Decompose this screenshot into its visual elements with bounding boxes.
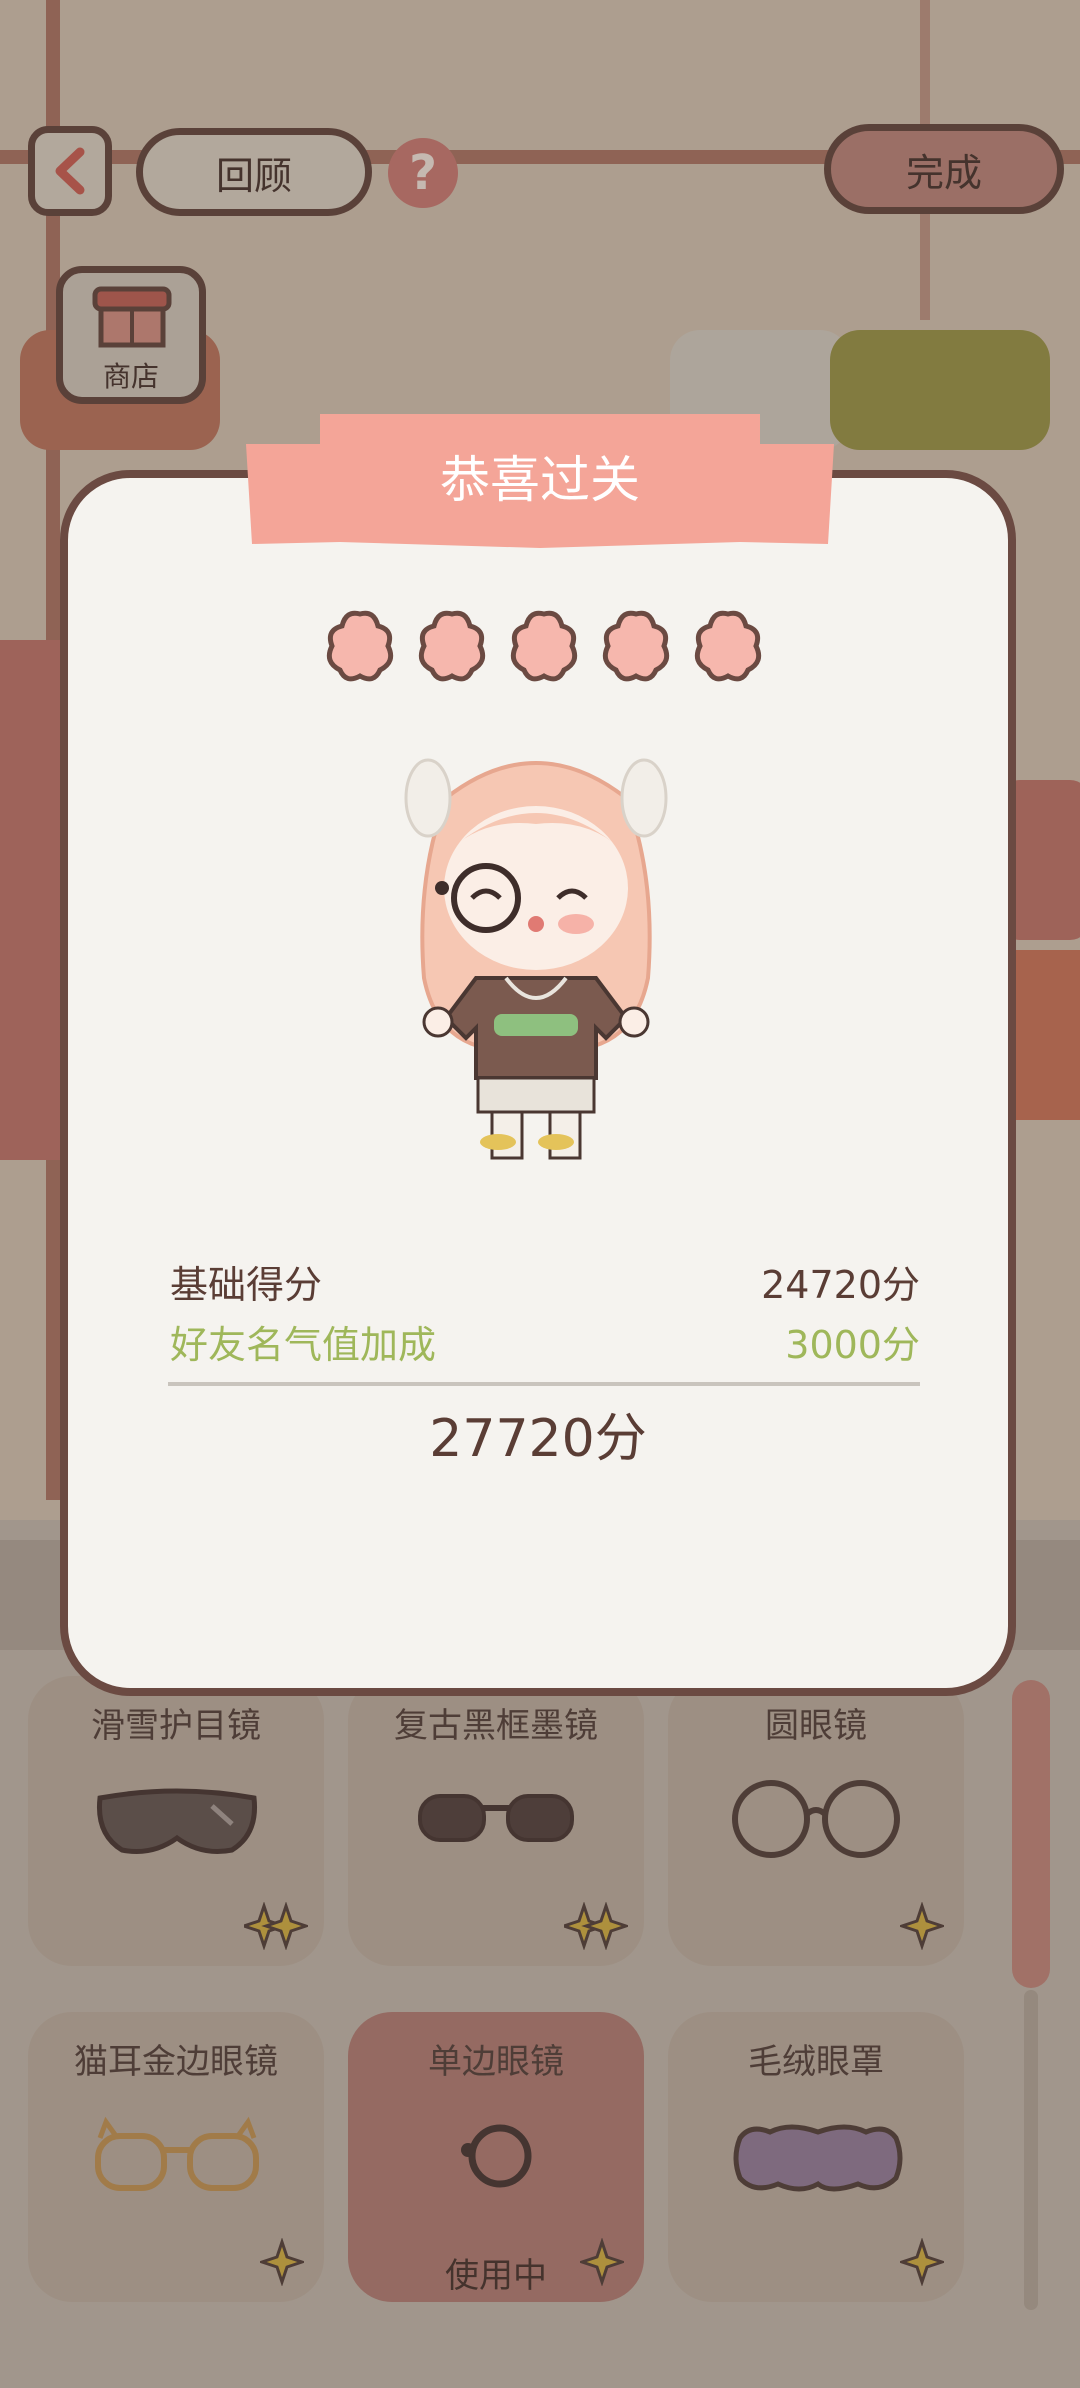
dressed-character-illustration xyxy=(404,758,668,1160)
total-score: 27720分 xyxy=(429,1409,647,1469)
title-ribbon: 恭喜过关 xyxy=(240,404,840,552)
star-icon xyxy=(326,610,394,682)
base-score-row: 基础得分 24720分 xyxy=(170,1254,920,1309)
dialog-title: 恭喜过关 xyxy=(440,451,640,509)
base-score-value: 24720分 xyxy=(761,1263,920,1307)
star-rating xyxy=(322,606,772,682)
base-score-label: 基础得分 xyxy=(170,1263,323,1307)
star-icon xyxy=(510,610,578,682)
star-icon xyxy=(694,610,762,682)
bonus-label: 好友名气值加成 xyxy=(170,1323,437,1367)
score-divider xyxy=(168,1382,920,1386)
star-icon xyxy=(418,610,486,682)
level-complete-dialog: 基础得分 24720分 好友名气值加成 3000分 27720分 xyxy=(60,470,1016,1696)
star-icon xyxy=(602,610,670,682)
bonus-value: 3000分 xyxy=(785,1323,920,1367)
bonus-score-row: 好友名气值加成 3000分 xyxy=(170,1314,920,1369)
